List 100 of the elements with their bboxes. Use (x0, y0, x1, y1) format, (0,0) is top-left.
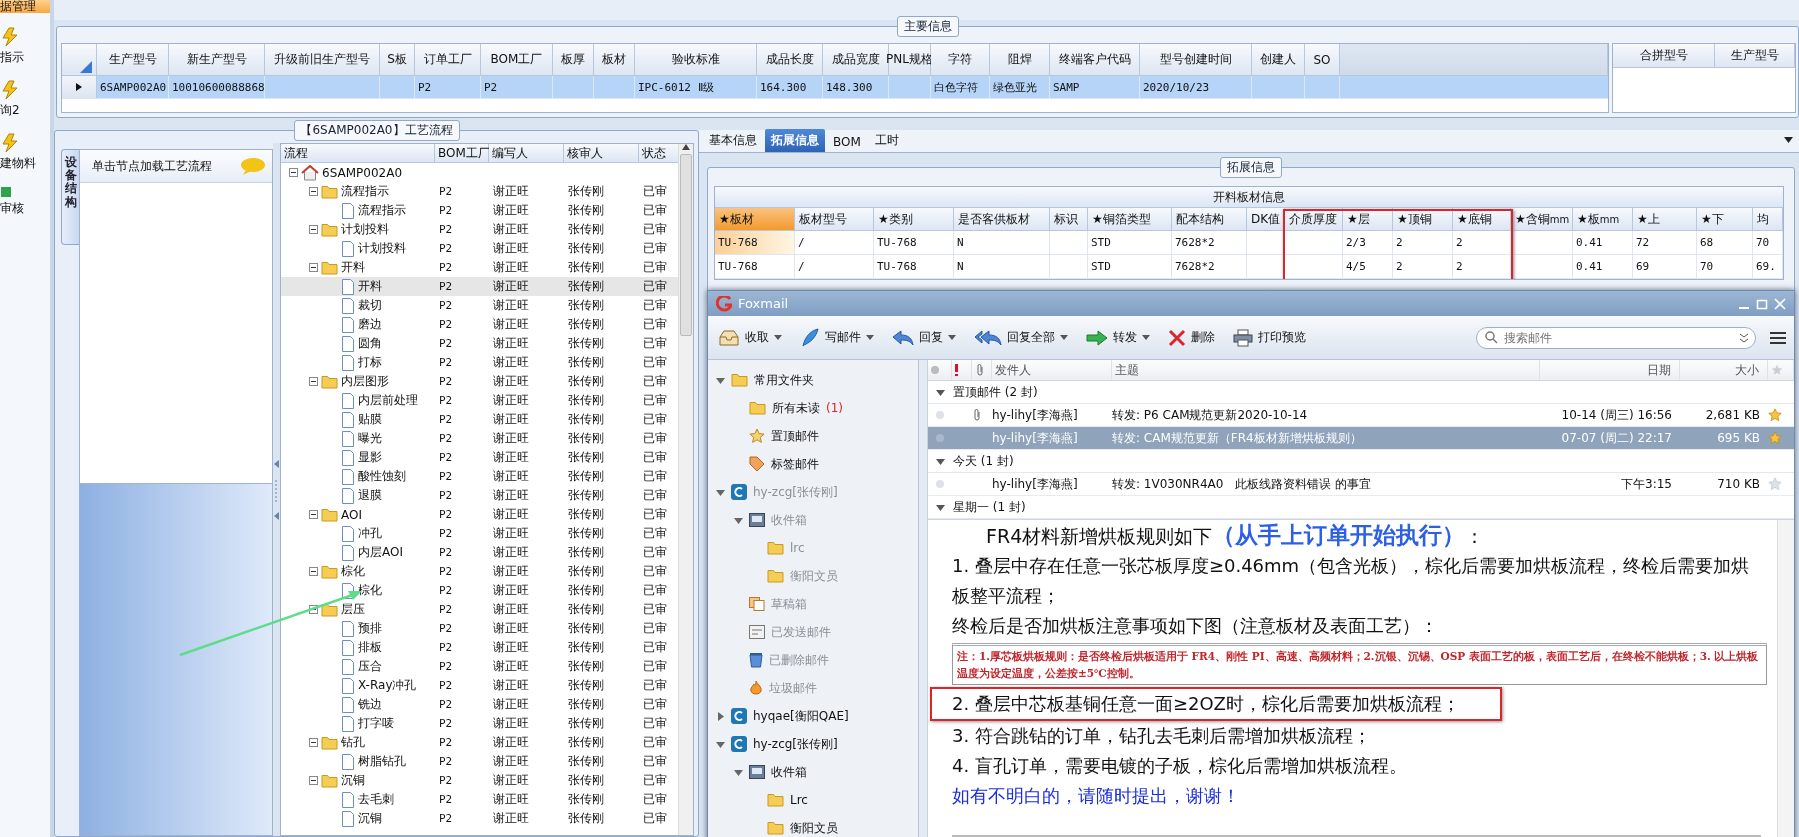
folder-label[interactable]: hy-zcg[张传刚] (753, 735, 838, 753)
collapse-icon[interactable] (309, 187, 318, 196)
tree-row[interactable]: 棕化 P2 谢正旺 张传刚 已审 (281, 562, 678, 581)
column-header[interactable]: ★类别 (874, 208, 954, 231)
column-header[interactable]: 状态 (639, 144, 678, 163)
column-header[interactable]: 合拼型号 (1613, 44, 1715, 68)
column-header[interactable]: 终端客户代码 (1050, 44, 1140, 76)
collapse-triangle-icon[interactable] (936, 502, 945, 512)
side-tab[interactable]: 设备结构 (61, 149, 79, 245)
tree-row[interactable]: 流程指示 P2 谢正旺 张传刚 已审 (281, 182, 678, 201)
collapse-triangle-icon[interactable] (716, 739, 725, 749)
column-header[interactable]: 板材 (594, 44, 635, 76)
column-header[interactable]: 生产型号 (1715, 44, 1795, 68)
column-header[interactable]: SO (1305, 44, 1340, 76)
column-header[interactable]: 是否客供板材 (954, 208, 1050, 231)
tree-row[interactable]: 贴膜 P2 谢正旺 张传刚 已审 (281, 410, 678, 429)
tree-row[interactable]: 裁切 P2 谢正旺 张传刚 已审 (281, 296, 678, 315)
column-header[interactable]: 日期 (1540, 360, 1680, 380)
tree-row[interactable]: 预排 P2 谢正旺 张传刚 已审 (281, 619, 678, 638)
column-header[interactable]: ★顶铜 (1393, 208, 1453, 231)
column-header[interactable]: 介质厚度 (1285, 208, 1343, 231)
toolbar-button[interactable]: 收取 (716, 326, 784, 349)
sidebar-item[interactable]: 指示 (0, 27, 24, 66)
sidebar-item[interactable]: 审核 (0, 186, 24, 217)
column-header[interactable]: 编写人 (489, 144, 564, 163)
tree-row[interactable]: 冲孔 P2 谢正旺 张传刚 已审 (281, 524, 678, 543)
column-header[interactable]: 标识 (1050, 208, 1088, 231)
folder-label[interactable]: 常用文件夹 (754, 371, 814, 389)
tree-row[interactable]: 树脂钻孔 P2 谢正旺 张传刚 已审 (281, 752, 678, 771)
column-header[interactable]: 创建人 (1252, 44, 1305, 76)
tree-row[interactable]: 钻孔 P2 谢正旺 张传刚 已审 (281, 733, 678, 752)
column-header[interactable]: PNL规格 (889, 44, 931, 76)
tree-row[interactable]: 6SAMP002A0 (281, 163, 678, 182)
collapse-triangle-icon[interactable] (716, 375, 725, 385)
collapse-triangle-icon[interactable] (716, 487, 725, 497)
column-header[interactable]: 配本结构 (1172, 208, 1247, 231)
collapse-icon[interactable] (309, 225, 318, 234)
table-cell[interactable]: TU-768 (715, 255, 795, 278)
column-header[interactable]: 生产型号 (97, 44, 169, 76)
search-input[interactable]: 搜索邮件 (1502, 329, 1733, 346)
sidebar-item[interactable]: 建物料 (0, 133, 36, 172)
collapse-triangle-icon[interactable] (936, 456, 945, 466)
column-header[interactable]: ★下 (1697, 208, 1753, 231)
close-icon[interactable] (1774, 297, 1786, 310)
column-header[interactable]: 核审人 (564, 144, 639, 163)
tree-row[interactable]: 磨边 P2 谢正旺 张传刚 已审 (281, 315, 678, 334)
tree-row[interactable]: 退膜 P2 谢正旺 张传刚 已审 (281, 486, 678, 505)
tree-row[interactable]: 沉铜 P2 谢正旺 张传刚 已审 (281, 809, 678, 828)
tree-row[interactable]: 排板 P2 谢正旺 张传刚 已审 (281, 638, 678, 657)
column-header[interactable]: 字符 (931, 44, 990, 76)
column-header[interactable]: 流程 (281, 144, 435, 163)
column-header[interactable]: BOM工厂 (481, 44, 553, 76)
chevron-down-icon[interactable] (1737, 331, 1751, 344)
column-header[interactable]: 主题 (1112, 360, 1540, 380)
folder-label[interactable]: 所有未读 (772, 399, 820, 417)
column-header[interactable]: BOM工厂 (435, 144, 489, 163)
select-all-button[interactable] (62, 44, 97, 76)
tree-row[interactable]: 计划投料 P2 谢正旺 张传刚 已审 (281, 239, 678, 258)
tree-row[interactable]: 流程指示 P2 谢正旺 张传刚 已审 (281, 201, 678, 220)
collapse-triangle-icon[interactable] (734, 515, 743, 525)
sidebar-item[interactable]: 据管理 (0, 0, 50, 13)
column-header[interactable]: 成品长度 (757, 44, 823, 76)
collapse-icon[interactable] (309, 776, 318, 785)
folder-label[interactable]: hyqae[衡阳QAE] (753, 707, 849, 725)
tree-row[interactable]: X-Ray冲孔 P2 谢正旺 张传刚 已审 (281, 676, 678, 695)
row-selector[interactable] (62, 76, 97, 98)
column-header[interactable]: 升级前旧生产型号 (265, 44, 380, 76)
column-header[interactable]: 订单工厂 (415, 44, 481, 76)
star-icon[interactable] (1768, 408, 1782, 422)
tree-row[interactable]: 开料 P2 谢正旺 张传刚 已审 (281, 258, 678, 277)
toolbar-button[interactable]: 回复全部 (972, 327, 1070, 348)
folder-label[interactable]: 收件箱 (771, 763, 807, 781)
splitter-handle[interactable] (273, 143, 280, 836)
folder-label[interactable]: Lrc (790, 793, 808, 807)
message-row[interactable]: hy-lihy[李海燕] 转发: 1V030NR4A0 此板线路资料错误 的事宜 下午3:15 710 KB (928, 473, 1794, 496)
scrollbar[interactable] (1777, 520, 1794, 837)
tab[interactable]: BOM (827, 132, 867, 152)
column-header[interactable]: ★底铜 (1453, 208, 1511, 231)
scrollbar[interactable] (678, 144, 693, 835)
column-header[interactable]: 板材型号 (795, 208, 874, 231)
column-header[interactable]: ★上 (1633, 208, 1697, 231)
tree-row[interactable]: 内层AOI P2 谢正旺 张传刚 已审 (281, 543, 678, 562)
column-header[interactable]: 大小 (1680, 360, 1768, 380)
tree-row[interactable]: 压合 P2 谢正旺 张传刚 已审 (281, 657, 678, 676)
column-header[interactable]: 新生产型号 (169, 44, 265, 76)
tree-row[interactable]: 打字唛 P2 谢正旺 张传刚 已审 (281, 714, 678, 733)
tree-row[interactable]: 开料 P2 谢正旺 张传刚 已审 (281, 277, 678, 296)
column-header[interactable]: ★层 (1343, 208, 1393, 231)
column-header[interactable]: 板厚 (553, 44, 594, 76)
toolbar-button[interactable]: 打印预览 (1231, 326, 1308, 349)
scrollbar-thumb[interactable] (680, 154, 692, 336)
tab[interactable]: 基本信息 (703, 129, 763, 152)
folder-label[interactable]: 标签邮件 (771, 455, 819, 473)
toolbar-button[interactable]: 转发 (1084, 327, 1152, 348)
collapse-icon[interactable] (309, 263, 318, 272)
tab[interactable]: 工时 (868, 129, 905, 152)
collapse-icon[interactable] (309, 377, 318, 386)
expand-triangle-icon[interactable] (716, 711, 725, 721)
menu-icon[interactable] (1770, 330, 1786, 345)
tree-row[interactable]: 去毛刺 P2 谢正旺 张传刚 已审 (281, 790, 678, 809)
